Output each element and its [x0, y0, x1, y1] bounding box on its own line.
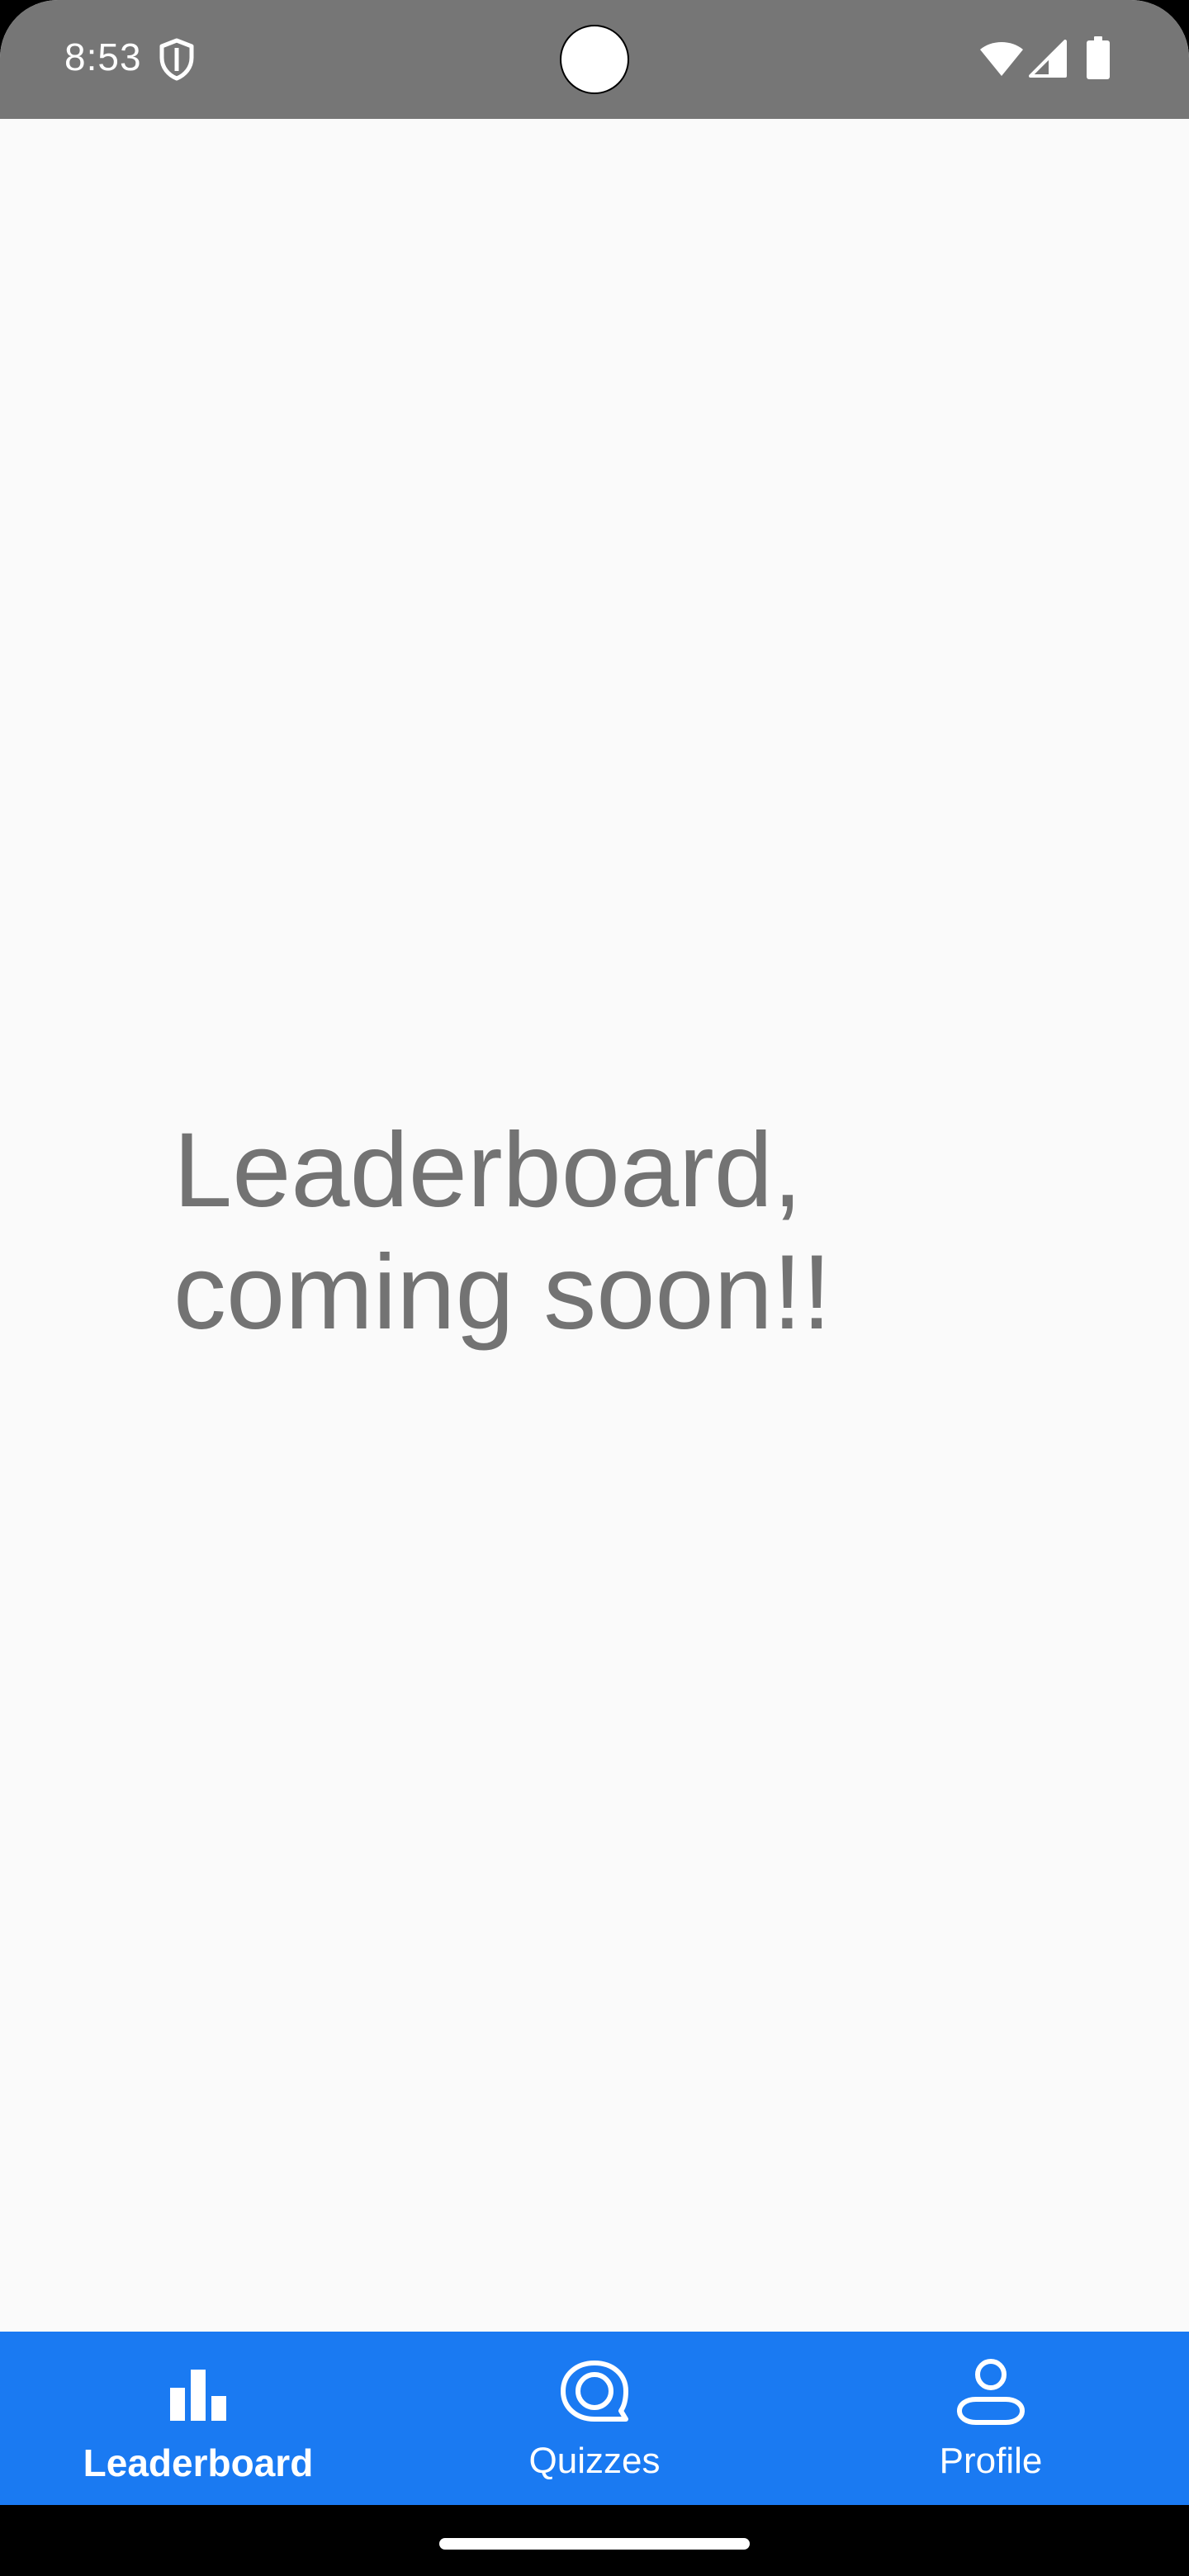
nav-label-leaderboard: Leaderboard [83, 2441, 314, 2484]
nav-item-quizzes[interactable]: Quizzes [396, 2332, 793, 2505]
camera-cutout [560, 25, 629, 94]
quizzes-icon [561, 2361, 628, 2422]
wifi-icon [980, 42, 1023, 76]
leaderboard-screen: Leaderboard, coming soon!! [0, 119, 1189, 2332]
shield-icon [159, 38, 194, 81]
profile-icon [956, 2359, 1026, 2425]
nav-label-quizzes: Quizzes [528, 2441, 661, 2481]
coming-soon-line-1: Leaderboard, [173, 1111, 803, 1229]
cellular-signal-icon [1029, 40, 1067, 78]
status-bar: 8:53 [0, 0, 1189, 119]
phone-screen: 8:53 Leaderboard, coming soon!! Leaderbo… [0, 0, 1189, 2576]
bottom-navigation: Leaderboard Quizzes Profile [0, 2332, 1189, 2505]
battery-icon [1087, 36, 1110, 79]
coming-soon-message: Leaderboard, coming soon!! [173, 1110, 999, 1354]
nav-item-leaderboard[interactable]: Leaderboard [0, 2332, 396, 2505]
leaderboard-icon [170, 2370, 226, 2421]
coming-soon-line-2: coming soon!! [173, 1234, 831, 1352]
status-time: 8:53 [64, 36, 142, 78]
system-gesture-bar [0, 2505, 1189, 2576]
home-gesture-handle[interactable] [439, 2538, 750, 2550]
nav-item-profile[interactable]: Profile [793, 2332, 1189, 2505]
nav-label-profile: Profile [939, 2441, 1043, 2481]
